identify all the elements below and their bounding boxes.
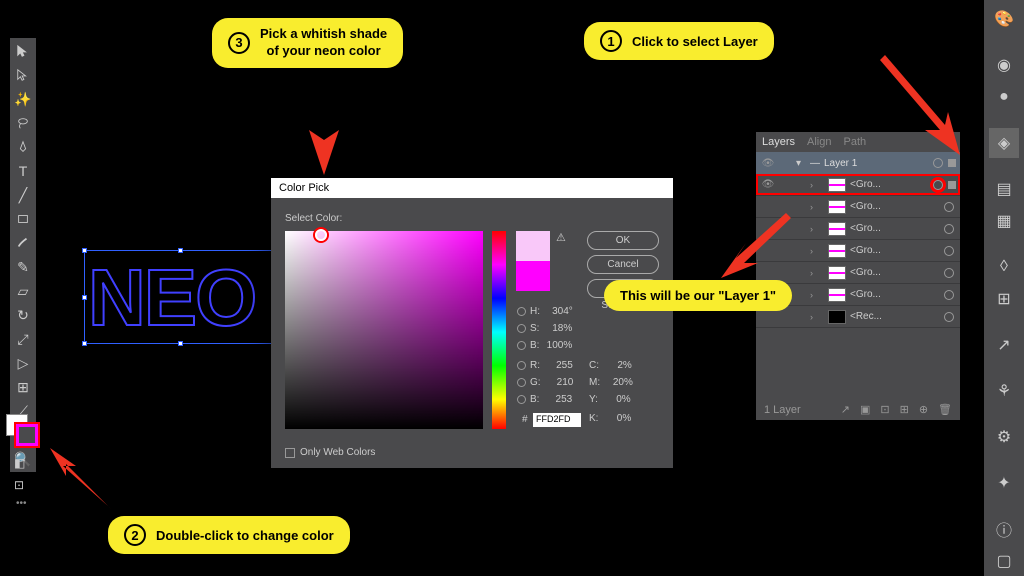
old-color-swatch bbox=[516, 261, 550, 291]
graphic-styles-icon[interactable]: ⚘ bbox=[989, 376, 1019, 406]
left-toolbar: ✨ T ╱ ✎ ▱ ↻ ⤢ ▷ ⊞ ⟋ ▦ 🔍 bbox=[10, 38, 36, 472]
artboard-icon[interactable]: ▢ bbox=[989, 546, 1019, 576]
width-tool[interactable]: ▷ bbox=[12, 352, 34, 374]
swatches-icon[interactable]: ◉ bbox=[989, 50, 1019, 80]
lasso-tool[interactable] bbox=[12, 112, 34, 134]
hex-input[interactable]: FFD2FD bbox=[533, 413, 581, 427]
stroke-swatch[interactable] bbox=[16, 424, 38, 446]
brush-tool[interactable] bbox=[12, 232, 34, 254]
direct-select-tool[interactable] bbox=[12, 64, 34, 86]
s-radio[interactable] bbox=[517, 324, 526, 333]
locate-icon[interactable]: ↗ bbox=[841, 403, 850, 416]
color-mode-icon[interactable]: ◧ bbox=[14, 456, 25, 470]
delete-icon[interactable]: 🗑 bbox=[938, 403, 952, 416]
dialog-title: Color Pick bbox=[271, 178, 673, 198]
new-color-swatch bbox=[516, 231, 550, 261]
appearance-icon[interactable]: ⊞ bbox=[989, 284, 1019, 314]
target-icon[interactable] bbox=[944, 268, 954, 278]
transform-icon[interactable]: ⚙ bbox=[989, 422, 1019, 452]
cancel-button[interactable]: Cancel bbox=[587, 255, 659, 274]
visibility-icon[interactable]: 👁 bbox=[760, 158, 776, 169]
eraser-tool[interactable]: ▱ bbox=[12, 280, 34, 302]
line-tool[interactable]: ╱ bbox=[12, 184, 34, 206]
align-icon[interactable]: ▤ bbox=[989, 174, 1019, 204]
layers-footer: 1 Layer ↗ ▣ ⊡ ⊞ ⊕ 🗑 bbox=[756, 403, 960, 416]
target-icon[interactable] bbox=[944, 312, 954, 322]
info-icon[interactable]: ⓘ bbox=[989, 514, 1019, 544]
screen-mode-icon[interactable]: ⊡ bbox=[14, 478, 24, 492]
r-radio[interactable] bbox=[517, 361, 526, 370]
warning-icon: ⚠ bbox=[556, 231, 566, 244]
b-radio[interactable] bbox=[517, 341, 526, 350]
path-tab[interactable]: Path bbox=[844, 136, 867, 148]
color-picker-dialog: Color Pick Select Color: ⚠ OK Cancel Col… bbox=[271, 178, 673, 468]
mask-icon[interactable]: ⊡ bbox=[880, 403, 889, 416]
effects-icon[interactable]: ✦ bbox=[989, 468, 1019, 498]
color-ring[interactable] bbox=[315, 229, 327, 241]
arrow-4 bbox=[716, 208, 796, 288]
selection-tool[interactable] bbox=[12, 40, 34, 62]
rect-tool[interactable] bbox=[12, 208, 34, 230]
arrow-2 bbox=[48, 446, 118, 516]
pen-tool[interactable] bbox=[12, 136, 34, 158]
new-layer-icon[interactable]: ⊕ bbox=[919, 403, 928, 416]
layers-icon[interactable]: ◈ bbox=[989, 128, 1019, 158]
selection-bounds bbox=[84, 250, 276, 344]
b2-radio[interactable] bbox=[517, 395, 526, 404]
web-colors-checkbox[interactable]: Only Web Colors bbox=[285, 447, 375, 458]
target-icon[interactable] bbox=[933, 180, 943, 190]
wand-tool[interactable]: ✨ bbox=[12, 88, 34, 110]
align-tab[interactable]: Align bbox=[807, 136, 831, 148]
brushes-icon[interactable]: ● bbox=[989, 82, 1019, 112]
sel-indicator bbox=[948, 159, 956, 167]
toolbar-more-icon[interactable]: ••• bbox=[16, 498, 27, 509]
stroke-panel-icon[interactable]: ◊ bbox=[989, 252, 1019, 282]
hue-slider[interactable] bbox=[492, 231, 506, 429]
shaper-tool[interactable]: ✎ bbox=[12, 256, 34, 278]
callout-2: 2 Double-click to change color bbox=[108, 516, 350, 554]
right-sidebar: 🎨 ◉ ● ◈ ▤ ▦ ◊ ⊞ ↗ ⚘ ⚙ ✦ ⓘ ▢ bbox=[984, 0, 1024, 576]
ok-button[interactable]: OK bbox=[587, 231, 659, 250]
h-radio[interactable] bbox=[517, 307, 526, 316]
fill-stroke-swatch[interactable] bbox=[6, 414, 40, 448]
pathfinder-icon[interactable]: ▦ bbox=[989, 206, 1019, 236]
color-panel-icon[interactable]: 🎨 bbox=[989, 4, 1019, 34]
type-tool[interactable]: T bbox=[12, 160, 34, 182]
layer-row[interactable]: 👁›<Gro... bbox=[756, 174, 960, 196]
g-radio[interactable] bbox=[517, 378, 526, 387]
target-icon[interactable] bbox=[944, 202, 954, 212]
rotate-tool[interactable]: ↻ bbox=[12, 304, 34, 326]
target-icon[interactable] bbox=[944, 290, 954, 300]
select-color-label: Select Color: bbox=[285, 213, 342, 224]
collect-icon[interactable]: ▣ bbox=[860, 403, 870, 416]
callout-1: 1 Click to select Layer bbox=[584, 22, 774, 60]
layers-tab[interactable]: Layers bbox=[762, 136, 795, 148]
arrow-1 bbox=[870, 50, 970, 160]
symbols-icon[interactable]: ↗ bbox=[989, 330, 1019, 360]
layer-row[interactable]: ›<Rec... bbox=[756, 306, 960, 328]
sublayer-icon[interactable]: ⊞ bbox=[900, 403, 909, 416]
scale-tool[interactable]: ⤢ bbox=[12, 328, 34, 350]
arrow-3 bbox=[294, 60, 354, 180]
free-transform-tool[interactable]: ⊞ bbox=[12, 376, 34, 398]
color-field[interactable] bbox=[285, 231, 483, 429]
target-icon[interactable] bbox=[944, 246, 954, 256]
target-icon[interactable] bbox=[944, 224, 954, 234]
